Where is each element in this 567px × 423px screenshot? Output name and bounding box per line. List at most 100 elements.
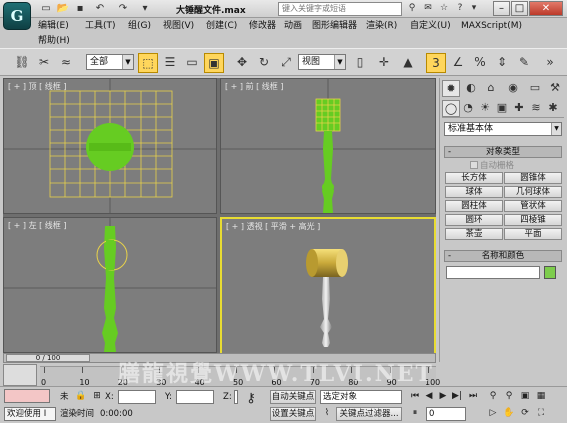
geometry-icon[interactable]: ◯ — [442, 100, 460, 117]
angle-snap-icon[interactable]: ∠ — [448, 53, 468, 73]
cameras-icon[interactable]: ▣ — [493, 100, 511, 117]
favorites-icon[interactable]: ☆ — [437, 2, 451, 16]
named-selection-icon[interactable]: ✎ — [514, 53, 534, 73]
cylinder-button[interactable]: 圆柱体 — [445, 200, 503, 212]
set-key-button[interactable]: 设置关键点 — [270, 407, 316, 421]
viewport-label[interactable]: [ + ] 左 [ 线框 ] — [8, 220, 66, 231]
restore-button[interactable]: □ — [511, 1, 528, 16]
viewport-label[interactable]: [ + ] 透视 [ 平滑 + 高光 ] — [226, 221, 320, 232]
set-key-icon[interactable]: ⌇ — [320, 407, 334, 420]
shapes-icon[interactable]: ◔ — [459, 100, 477, 117]
spinner-snap-icon[interactable]: ⇕ — [492, 53, 512, 73]
menu-create[interactable]: 创建(C) — [206, 19, 237, 33]
menu-customize[interactable]: 自定义(U) — [410, 19, 451, 33]
viewport-label[interactable]: [ + ] 顶 [ 线框 ] — [8, 81, 66, 92]
select-manipulate-icon[interactable]: ✛ — [374, 53, 394, 73]
app-logo-icon[interactable]: G — [3, 2, 31, 30]
quick-access-dropdown-icon[interactable]: ▾ — [137, 2, 153, 16]
window-crossing-icon[interactable]: ▣ — [204, 53, 224, 73]
autogrid-checkbox[interactable]: 自动栅格 — [470, 159, 514, 171]
viewport-left[interactable]: [ + ] 左 [ 线框 ] — [3, 217, 217, 353]
unlink-icon[interactable]: ✂ — [34, 53, 54, 73]
bind-space-warp-icon[interactable]: ≈ — [56, 53, 76, 73]
maxscript-listener[interactable] — [4, 389, 50, 403]
zoom-all-icon[interactable]: ⚲ — [502, 390, 516, 403]
pan-icon[interactable]: ✋ — [502, 407, 516, 420]
communication-center-icon[interactable]: ✉ — [421, 2, 435, 16]
goto-end-icon[interactable]: ⏭ — [466, 390, 480, 403]
z-coordinate-field[interactable] — [234, 390, 238, 404]
viewport-perspective[interactable]: [ + ] 透视 [ 平滑 + 高光 ] — [220, 217, 436, 362]
link-icon[interactable]: ⛓ — [12, 53, 32, 73]
geosphere-button[interactable]: 几何球体 — [504, 186, 562, 198]
object-name-field[interactable] — [446, 266, 540, 279]
teapot-button[interactable]: 茶壶 — [445, 228, 503, 240]
hierarchy-tab-icon[interactable]: ⌂ — [482, 80, 500, 97]
menu-edit[interactable]: 编辑(E) — [38, 19, 69, 33]
systems-icon[interactable]: ✱ — [544, 100, 562, 117]
torus-button[interactable]: 圆环 — [445, 214, 503, 226]
minimize-button[interactable]: – — [493, 1, 510, 16]
display-tab-icon[interactable]: ▭ — [526, 80, 544, 97]
lock-selection-icon[interactable]: 🔒 — [74, 390, 88, 403]
selection-filter-dropdown[interactable]: 全部 ▼ — [86, 54, 134, 70]
viewport-top[interactable]: [ + ] 顶 [ 线框 ] — [3, 78, 217, 214]
utilities-tab-icon[interactable]: ⚒ — [546, 80, 564, 97]
goto-start-icon[interactable]: ⏮ — [408, 390, 422, 403]
object-color-swatch[interactable] — [544, 266, 556, 279]
create-tab-icon[interactable]: ✹ — [442, 80, 460, 97]
help-icon[interactable]: ? — [453, 2, 467, 16]
track-ruler[interactable]: 0 10 20 30 40 50 60 70 80 90 100 — [40, 366, 440, 387]
name-and-color-rollout[interactable]: - 名称和颜色 — [444, 250, 562, 262]
rectangular-selection-icon[interactable]: ▭ — [182, 53, 202, 73]
mini-curve-editor-icon[interactable] — [3, 364, 37, 386]
menu-animation[interactable]: 动画 — [284, 19, 302, 33]
plane-button[interactable]: 平面 — [504, 228, 562, 240]
zoom-icon[interactable]: ⚲ — [486, 390, 500, 403]
helpers-icon[interactable]: ✚ — [510, 100, 528, 117]
key-mode-dropdown[interactable]: 选定对象 — [320, 390, 402, 404]
viewport-front[interactable]: [ + ] 前 [ 线框 ] — [220, 78, 436, 214]
select-rotate-icon[interactable]: ↻ — [254, 53, 274, 73]
select-by-name-icon[interactable]: ☰ — [160, 53, 180, 73]
select-move-icon[interactable]: ✥ — [232, 53, 252, 73]
auto-key-button[interactable]: 自动关键点 — [270, 390, 316, 404]
menu-graph-editors[interactable]: 图形编辑器 — [312, 19, 357, 33]
pivot-point-icon[interactable]: ▯ — [350, 53, 370, 73]
menu-help[interactable]: 帮助(H) — [38, 34, 70, 48]
reference-coordinate-dropdown[interactable]: 视图 ▼ — [298, 54, 346, 70]
menu-maxscript[interactable]: MAXScript(M) — [461, 19, 522, 33]
field-of-view-icon[interactable]: ▷ — [486, 407, 500, 420]
current-frame-field[interactable]: 0 — [426, 407, 466, 421]
menu-group[interactable]: 组(G) — [128, 19, 151, 33]
toolbar-more-icon[interactable]: » — [540, 53, 560, 73]
next-frame-icon[interactable]: ▶| — [450, 390, 464, 403]
motion-tab-icon[interactable]: ◉ — [504, 80, 522, 97]
viewport-label[interactable]: [ + ] 前 [ 线框 ] — [225, 81, 283, 92]
sphere-button[interactable]: 球体 — [445, 186, 503, 198]
category-dropdown[interactable]: 标准基本体 ▼ — [444, 122, 562, 136]
object-type-rollout[interactable]: - 对象类型 — [444, 146, 562, 158]
zoom-extents-all-icon[interactable]: ▦ — [534, 390, 548, 403]
modify-tab-icon[interactable]: ◐ — [462, 80, 480, 97]
pyramid-button[interactable]: 四棱锥 — [504, 214, 562, 226]
previous-frame-icon[interactable]: ◀ — [422, 390, 436, 403]
select-scale-icon[interactable]: ⤢ — [276, 53, 296, 73]
redo-icon[interactable]: ↷ — [115, 2, 131, 16]
x-coordinate-field[interactable] — [118, 390, 156, 404]
help-dropdown-icon[interactable]: ▾ — [467, 2, 481, 16]
key-mode-toggle-icon[interactable]: ⏸ — [408, 407, 422, 420]
open-file-icon[interactable]: 📂 — [55, 2, 71, 16]
time-slider-thumb[interactable]: 0 / 100 — [6, 354, 90, 362]
maximize-viewport-icon[interactable]: ⛶ — [534, 407, 548, 420]
menu-rendering[interactable]: 渲染(R) — [366, 19, 397, 33]
menu-tools[interactable]: 工具(T) — [85, 19, 116, 33]
binoculars-icon[interactable]: ⚲ — [405, 2, 419, 16]
lights-icon[interactable]: ☀ — [476, 100, 494, 117]
undo-icon[interactable]: ↶ — [92, 2, 108, 16]
zoom-extents-icon[interactable]: ▣ — [518, 390, 532, 403]
search-input[interactable]: 键入关键字或短语 — [278, 2, 402, 16]
key-icon[interactable]: ⚷ — [244, 392, 258, 406]
key-filters-button[interactable]: 关键点过滤器... — [336, 407, 402, 421]
space-warps-icon[interactable]: ≋ — [527, 100, 545, 117]
